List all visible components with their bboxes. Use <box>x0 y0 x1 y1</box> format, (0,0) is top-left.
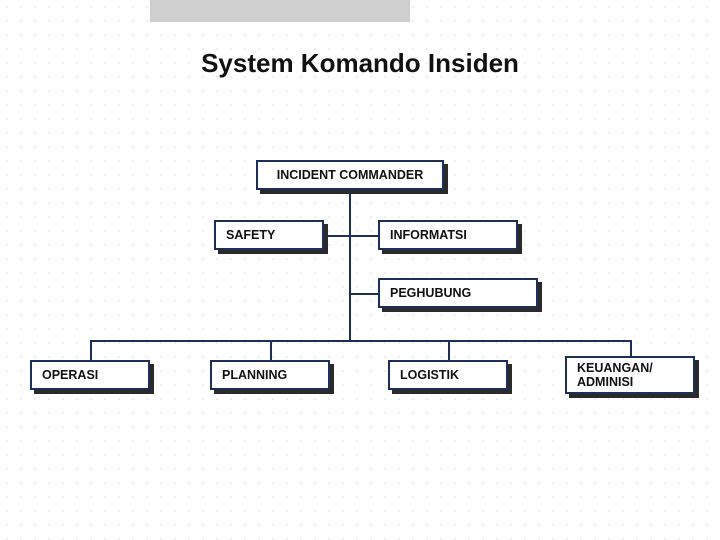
connector <box>324 235 378 237</box>
connector <box>349 190 351 340</box>
connector <box>448 340 450 360</box>
page-title: System Komando Insiden <box>0 48 720 79</box>
connector <box>90 340 92 360</box>
node-information: INFORMATSI <box>378 220 518 250</box>
connector <box>90 340 630 342</box>
connector <box>349 293 378 295</box>
connector <box>630 340 632 356</box>
node-logistics: LOGISTIK <box>388 360 508 390</box>
connector <box>270 340 272 360</box>
node-liaison: PEGHUBUNG <box>378 278 538 308</box>
node-incident-commander: INCIDENT COMMANDER <box>256 160 444 190</box>
node-planning: PLANNING <box>210 360 330 390</box>
node-finance-admin: KEUANGAN/ ADMINISI <box>565 356 695 394</box>
org-chart: INCIDENT COMMANDER SAFETY INFORMATSI PEG… <box>0 160 720 480</box>
decorative-top-bar <box>150 0 410 22</box>
node-safety: SAFETY <box>214 220 324 250</box>
node-operations: OPERASI <box>30 360 150 390</box>
